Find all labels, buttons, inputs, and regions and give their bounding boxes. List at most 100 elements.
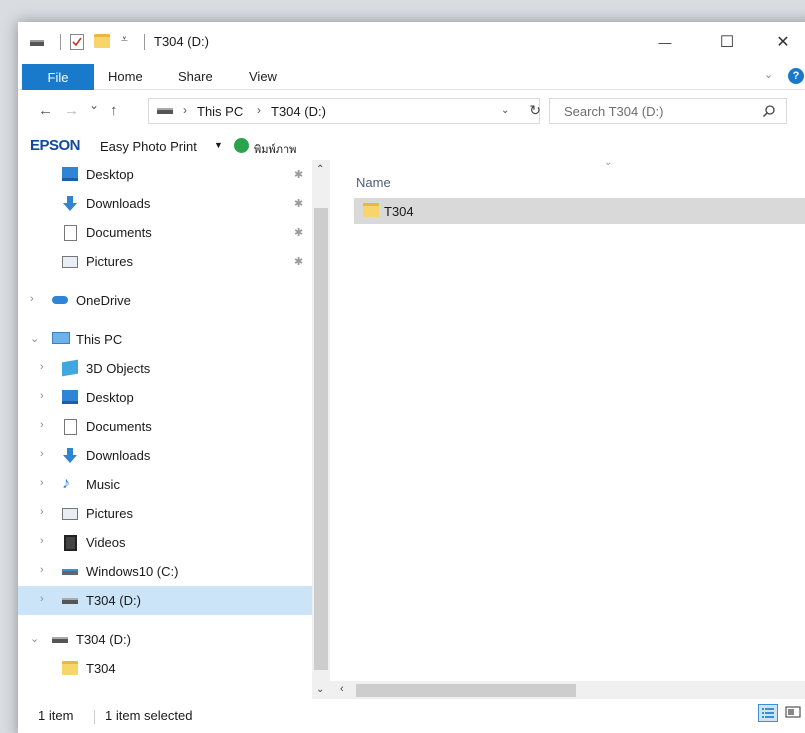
expand-ribbon-icon[interactable]: ⌄	[764, 68, 773, 81]
chevron-right-icon[interactable]: ›	[40, 593, 44, 605]
sidebar-item-quick-downloads[interactable]: Downloads ✱	[18, 189, 312, 218]
print-icon[interactable]	[234, 138, 249, 153]
scroll-down-icon[interactable]: ⌄	[316, 684, 324, 695]
breadcrumb-separator[interactable]: ›	[183, 103, 187, 117]
address-bar[interactable]: › This PC › T304 (D:) ⌄ ↻	[148, 98, 541, 124]
sidebar-item-label: Videos	[86, 535, 126, 550]
new-folder-icon[interactable]	[94, 34, 110, 48]
quick-access-toolbar-dropdown-icon[interactable]: ⩡	[121, 32, 128, 47]
sidebar-item-videos[interactable]: › Videos	[18, 528, 312, 557]
scrollbar-thumb[interactable]	[356, 684, 576, 697]
tab-file[interactable]: File	[22, 64, 94, 90]
tab-view[interactable]: View	[249, 69, 277, 84]
minimize-icon: —	[658, 34, 672, 50]
chevron-right-icon[interactable]: ›	[30, 293, 34, 305]
maximize-icon: ☐	[719, 34, 735, 51]
scrollbar-thumb[interactable]	[314, 208, 328, 670]
navigation-scrollbar[interactable]: ⌃ ⌄	[312, 160, 330, 699]
sidebar-item-label: Windows10 (C:)	[86, 564, 179, 579]
title-bar: ⩡ T304 (D:) — ☐ ✕	[18, 22, 805, 62]
large-icons-view-button[interactable]	[784, 704, 804, 722]
up-button[interactable]: ↑	[110, 102, 118, 119]
drive-c-icon	[62, 569, 78, 575]
sidebar-item-quick-pictures[interactable]: Pictures ✱	[18, 247, 312, 276]
horizontal-scrollbar[interactable]: ‹ ›	[330, 681, 805, 699]
sidebar-item-quick-documents[interactable]: Documents ✱	[18, 218, 312, 247]
details-view-button[interactable]	[758, 704, 778, 722]
computer-icon	[52, 332, 70, 344]
documents-icon	[64, 225, 77, 241]
chevron-down-icon[interactable]: ▼	[214, 140, 223, 150]
chevron-down-icon[interactable]: ⌄	[30, 632, 39, 645]
sidebar-item-label: OneDrive	[76, 293, 131, 308]
pin-icon[interactable]: ✱	[294, 197, 303, 210]
sidebar-item-t304-d[interactable]: › T304 (D:)	[18, 586, 312, 615]
forward-button[interactable]: →	[64, 102, 79, 119]
downloads-icon	[62, 448, 78, 463]
sidebar-item-onedrive[interactable]: › OneDrive	[18, 286, 312, 315]
pin-icon[interactable]: ✱	[294, 168, 303, 181]
drive-icon	[30, 40, 44, 46]
sidebar-item-drive-t304[interactable]: ⌄ T304 (D:)	[18, 625, 312, 654]
scroll-left-icon[interactable]: ‹	[340, 683, 344, 695]
scroll-up-icon[interactable]: ⌃	[316, 164, 324, 175]
sidebar-item-pictures[interactable]: › Pictures	[18, 499, 312, 528]
breadcrumb-separator[interactable]: ›	[257, 103, 261, 117]
sidebar-item-music[interactable]: › ♪ Music	[18, 470, 312, 499]
close-button[interactable]: ✕	[760, 22, 805, 62]
breadcrumb-this-pc[interactable]: This PC	[197, 104, 243, 119]
3d-objects-icon	[62, 359, 78, 377]
sidebar-item-this-pc[interactable]: ⌄ This PC	[18, 325, 312, 354]
chevron-right-icon[interactable]: ›	[40, 477, 44, 489]
sidebar-item-label: Desktop	[86, 167, 134, 182]
status-separator	[94, 710, 95, 724]
help-icon[interactable]: ?	[788, 68, 804, 84]
chevron-right-icon[interactable]: ›	[40, 419, 44, 431]
properties-icon[interactable]	[70, 34, 84, 50]
chevron-right-icon[interactable]: ›	[40, 564, 44, 576]
pin-icon[interactable]: ✱	[294, 255, 303, 268]
print-photo-button[interactable]: พิมพ์ภาพ	[254, 140, 296, 158]
folder-icon	[363, 203, 379, 217]
sidebar-item-folder-t304[interactable]: T304	[18, 654, 312, 683]
desktop-icon	[62, 390, 78, 404]
drive-d-icon	[52, 637, 68, 643]
sidebar-item-desktop[interactable]: › Desktop	[18, 383, 312, 412]
refresh-button[interactable]: ↻	[529, 102, 541, 119]
epson-logo: EPSON	[30, 137, 81, 154]
recent-locations-button[interactable]: ⌄	[89, 98, 99, 112]
list-item[interactable]: T304	[354, 198, 805, 224]
sidebar-item-label: 3D Objects	[86, 361, 151, 376]
column-header-name[interactable]: Name	[356, 175, 391, 190]
address-dropdown-button[interactable]: ⌄	[501, 105, 517, 116]
chevron-right-icon[interactable]: ›	[40, 535, 44, 547]
search-input[interactable]: Search T304 (D:)	[549, 98, 787, 124]
chevron-right-icon[interactable]: ›	[40, 390, 44, 402]
sidebar-item-label: T304	[86, 661, 116, 676]
minimize-button[interactable]: —	[642, 22, 688, 62]
sidebar-item-label: T304 (D:)	[76, 632, 131, 647]
sidebar-item-downloads[interactable]: › Downloads	[18, 441, 312, 470]
sidebar-item-quick-desktop[interactable]: Desktop ✱	[18, 160, 312, 189]
sidebar-item-3d-objects[interactable]: › 3D Objects	[18, 354, 312, 383]
maximize-button[interactable]: ☐	[704, 22, 750, 62]
tab-home[interactable]: Home	[108, 69, 143, 84]
chevron-down-icon[interactable]: ⌄	[30, 332, 39, 345]
close-icon: ✕	[776, 34, 790, 51]
sidebar-item-label: Pictures	[86, 254, 133, 269]
chevron-right-icon[interactable]: ›	[40, 448, 44, 460]
epson-toolbar: EPSON Easy Photo Print ▼ พิมพ์ภาพ	[18, 132, 805, 160]
search-icon[interactable]	[762, 104, 776, 121]
chevron-right-icon[interactable]: ›	[40, 506, 44, 518]
title-separator	[144, 34, 145, 50]
easy-photo-print-button[interactable]: Easy Photo Print	[100, 139, 197, 154]
breadcrumb-t304[interactable]: T304 (D:)	[271, 104, 326, 119]
chevron-right-icon[interactable]: ›	[40, 361, 44, 373]
pin-icon[interactable]: ✱	[294, 226, 303, 239]
sidebar-item-documents[interactable]: › Documents	[18, 412, 312, 441]
sidebar-item-windows10-c[interactable]: › Windows10 (C:)	[18, 557, 312, 586]
file-list: ⌄ Name T304	[330, 157, 805, 699]
back-button[interactable]: ←	[38, 102, 53, 119]
navigation-pane: Desktop ✱ Downloads ✱ Documents ✱ Pictur…	[18, 160, 312, 699]
tab-share[interactable]: Share	[178, 69, 213, 84]
